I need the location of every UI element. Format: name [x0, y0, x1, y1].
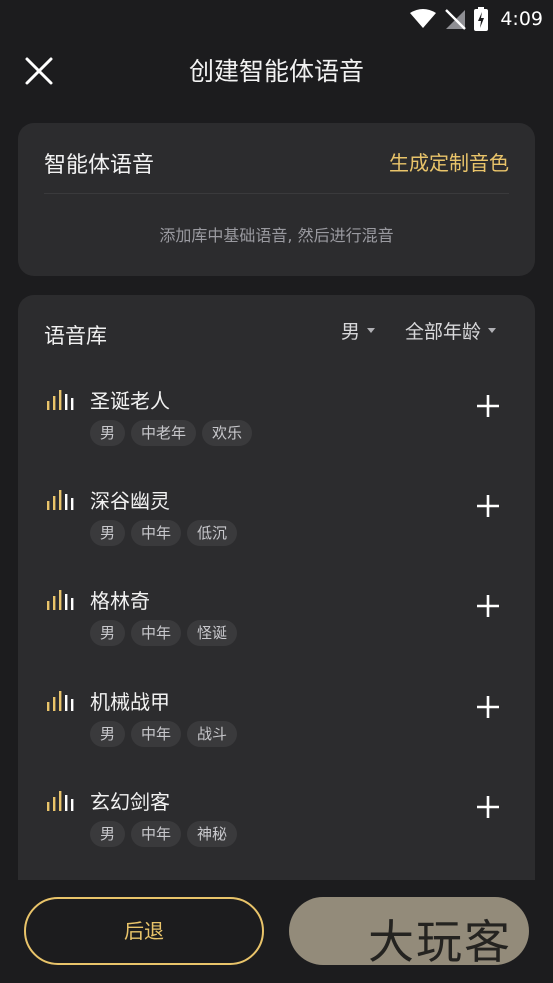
tag-age: 中年	[131, 520, 182, 546]
agent-voice-title: 智能体语音	[44, 153, 155, 178]
tag-age: 中年	[131, 721, 182, 747]
voice-name: 机械战甲	[90, 690, 170, 714]
status-time: 4:09	[500, 8, 543, 30]
divider	[44, 193, 509, 194]
tag-style: 低沉	[187, 520, 238, 546]
sound-wave-icon	[47, 691, 74, 711]
add-icon[interactable]	[474, 492, 502, 520]
tag-style: 战斗	[187, 721, 238, 747]
voice-tags: 男 中年 神秘	[90, 821, 238, 847]
voice-item[interactable]: 圣诞老人 男 中老年 欢乐	[18, 368, 535, 458]
voice-tags: 男 中年 低沉	[90, 520, 238, 546]
voice-library-card: 语音库 男 全部年龄 圣诞老人 男 中老年 欢乐 深谷幽灵 男 中年 低沉 格林…	[18, 295, 535, 915]
voice-item[interactable]: 深谷幽灵 男 中年 低沉	[18, 468, 535, 558]
voice-name: 玄幻剑客	[90, 790, 170, 814]
tag-gender: 男	[90, 520, 126, 546]
voice-name: 深谷幽灵	[90, 489, 170, 513]
agent-voice-hint: 添加库中基础语音, 然后进行混音	[159, 226, 394, 245]
wifi-icon	[410, 9, 437, 28]
generate-custom-voice-link[interactable]: 生成定制音色	[389, 147, 509, 176]
tag-gender: 男	[90, 721, 126, 747]
status-icons: 4:09	[410, 6, 543, 32]
age-filter-label: 全部年龄	[405, 321, 482, 343]
add-icon[interactable]	[474, 693, 502, 721]
add-icon[interactable]	[474, 592, 502, 620]
caret-down-icon	[367, 328, 376, 333]
sound-wave-icon	[47, 791, 74, 811]
page-title: 创建智能体语音	[188, 57, 364, 86]
gender-filter-dropdown[interactable]: 男	[341, 317, 376, 344]
sound-wave-icon	[47, 590, 74, 610]
tag-style: 神秘	[187, 821, 238, 847]
caret-down-icon	[488, 328, 497, 333]
sound-wave-icon	[47, 390, 74, 410]
battery-charging-icon	[474, 7, 489, 31]
tag-age: 中年	[131, 620, 182, 646]
tag-gender: 男	[90, 420, 126, 446]
status-bar: 4:09	[0, 0, 553, 38]
voice-tags: 男 中年 战斗	[90, 721, 238, 747]
voice-tags: 男 中老年 欢乐	[90, 420, 253, 446]
tag-age: 中年	[131, 821, 182, 847]
tag-age: 中老年	[131, 420, 197, 446]
watermark-logo: 大玩客	[368, 915, 512, 969]
sound-wave-icon	[47, 490, 74, 510]
tag-style: 怪诞	[187, 620, 238, 646]
no-signal-icon	[445, 9, 467, 30]
library-title: 语音库	[44, 324, 107, 348]
tag-style: 欢乐	[202, 420, 253, 446]
gender-filter-label: 男	[341, 321, 361, 343]
tag-gender: 男	[90, 620, 126, 646]
add-icon[interactable]	[474, 392, 502, 420]
voice-name: 圣诞老人	[90, 389, 170, 413]
voice-tags: 男 中年 怪诞	[90, 620, 238, 646]
agent-voice-card: 智能体语音 生成定制音色 添加库中基础语音, 然后进行混音	[18, 123, 535, 276]
header: 创建智能体语音	[0, 38, 553, 104]
tag-gender: 男	[90, 821, 126, 847]
voice-item[interactable]: 格林奇 男 中年 怪诞	[18, 568, 535, 658]
back-button[interactable]: 后退	[24, 897, 264, 965]
voice-item[interactable]: 机械战甲 男 中年 战斗	[18, 669, 535, 759]
add-icon[interactable]	[474, 793, 502, 821]
age-filter-dropdown[interactable]: 全部年龄	[405, 317, 497, 344]
voice-item[interactable]: 玄幻剑客 男 中年 神秘	[18, 769, 535, 859]
voice-name: 格林奇	[90, 589, 150, 613]
